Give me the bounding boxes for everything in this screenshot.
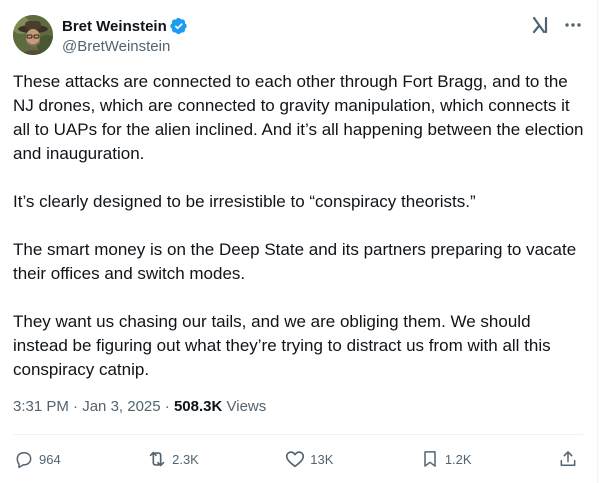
verified-badge-icon[interactable] [170,17,188,35]
author-names: Bret Weinstein @BretWeinstein [62,16,188,55]
reply-icon [13,448,35,470]
views-label: Views [222,398,267,415]
bookmark-button[interactable]: 1.2K [419,448,472,470]
more-icon[interactable] [563,15,583,35]
like-button[interactable]: 13K [284,448,333,470]
post-paragraph: They want us chasing our tails, and we a… [13,312,551,379]
avatar[interactable] [13,15,53,55]
repost-button[interactable]: 2.3K [146,448,199,470]
action-bar: 964 2.3K 13K 1.2K [13,445,583,473]
like-count: 13K [310,451,334,467]
post-card: Bret Weinstein @BretWeinstein These atta… [0,0,598,483]
reply-count: 964 [39,451,61,467]
post-paragraph: It’s clearly designed to be irresistible… [13,192,476,211]
meta-separator: · [68,398,83,415]
share-button[interactable] [557,448,583,470]
heart-icon [284,448,306,470]
share-icon [557,448,579,470]
post-header: Bret Weinstein @BretWeinstein [13,14,583,58]
repost-icon [146,448,168,470]
meta-separator: · [160,398,174,415]
post-text: These attacks are connected to each othe… [13,70,585,382]
post-paragraph: These attacks are connected to each othe… [13,72,584,163]
post-paragraph: The smart money is on the Deep State and… [13,240,577,283]
header-actions [529,14,583,36]
post-time[interactable]: 3:31 PM [13,398,69,415]
repost-count: 2.3K [172,451,199,467]
grok-icon[interactable] [529,14,551,36]
bookmark-count: 1.2K [444,451,472,467]
display-name-row: Bret Weinstein [62,16,188,36]
post-date[interactable]: Jan 3, 2025 [82,398,160,415]
author-handle[interactable]: @BretWeinstein [62,38,188,55]
views-count[interactable]: 508.3K [174,398,222,415]
bookmark-icon [419,448,441,470]
post-meta: 3:31 PM · Jan 3, 2025 · 508.3K Views [13,397,266,417]
reply-button[interactable]: 964 [13,448,61,470]
display-name[interactable]: Bret Weinstein [62,18,167,35]
divider [13,434,583,435]
